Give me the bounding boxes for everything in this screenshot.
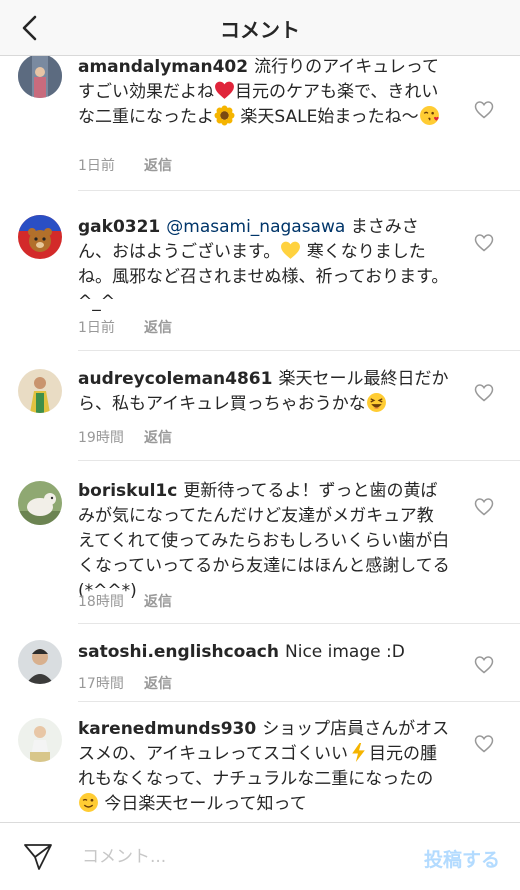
username-link[interactable]: gak0321 <box>78 217 160 237</box>
comment-text: amandalyman402 流行りのアイキュレってすごい効果だよね 目元のケアも楽… <box>78 56 450 130</box>
comment-meta: 1日前 返信 <box>78 155 172 175</box>
comment-body: 楽天SALE始まったね〜 <box>235 107 419 127</box>
timestamp: 1日前 <box>78 320 115 336</box>
avatar[interactable] <box>18 640 62 684</box>
comment-item: gak0321 @masami_nagasawa まさみさん、おはようございます。… <box>0 191 520 351</box>
like-heart-icon[interactable] <box>474 100 494 120</box>
like-heart-icon[interactable] <box>474 497 494 517</box>
comment-list[interactable]: amandalyman402 流行りのアイキュレってすごい効果だよね 目元のケアも楽… <box>0 56 520 822</box>
comment-body: 今日楽天セールって知って <box>99 794 307 814</box>
comment-text: audreycoleman4861 楽天セール最終日だから、私もアイキュレ買っちゃ… <box>78 367 450 417</box>
comment-item: boriskul1c 更新待ってるよ！ずっと歯の黄ばみが気になってたんだけど友達が… <box>0 461 520 624</box>
like-heart-icon[interactable] <box>474 383 494 403</box>
reply-button[interactable]: 返信 <box>144 430 172 446</box>
reply-button[interactable]: 返信 <box>144 320 172 336</box>
username-link[interactable]: karenedmunds930 <box>78 719 256 739</box>
page-title: コメント <box>220 18 300 42</box>
comment-item: satoshi.englishcoach Nice image :D 17時間 返信 <box>0 624 520 702</box>
face-blowing-kiss-icon <box>419 106 439 125</box>
yellow-heart-icon <box>281 241 301 259</box>
comment-item: karenedmunds930 ショップ店員さんがオススメの、アイキュレってスゴく… <box>0 702 520 822</box>
avatar[interactable] <box>18 215 62 259</box>
comment-body: Nice image :D <box>285 642 405 662</box>
comment-meta: 19時間 返信 <box>78 427 172 447</box>
comment-item: amandalyman402 流行りのアイキュレってすごい効果だよね 目元のケアも楽… <box>0 56 520 191</box>
comment-composer: 投稿する <box>0 822 520 890</box>
like-heart-icon[interactable] <box>474 233 494 253</box>
timestamp: 1日前 <box>78 158 115 174</box>
like-heart-icon[interactable] <box>474 655 494 675</box>
red-heart-icon <box>215 81 234 99</box>
comment-meta: 17時間 返信 <box>78 673 172 693</box>
paper-plane-icon[interactable] <box>22 840 54 872</box>
reply-button[interactable]: 返信 <box>144 676 172 692</box>
username-link[interactable]: amandalyman402 <box>78 57 248 77</box>
timestamp: 18時間 <box>78 594 124 610</box>
timestamp: 17時間 <box>78 676 124 692</box>
avatar[interactable] <box>18 481 62 525</box>
comment-input[interactable] <box>80 839 384 875</box>
comment-text: gak0321 @masami_nagasawa まさみさん、おはようございます。… <box>78 215 450 315</box>
timestamp: 19時間 <box>78 430 124 446</box>
avatar[interactable] <box>18 718 62 762</box>
reply-button[interactable]: 返信 <box>144 594 172 610</box>
winking-face-icon <box>79 793 98 812</box>
reply-button[interactable]: 返信 <box>144 158 172 174</box>
post-button[interactable]: 投稿する <box>424 845 500 872</box>
avatar[interactable] <box>18 369 62 413</box>
lightning-icon <box>352 743 365 762</box>
comment-item: audreycoleman4861 楽天セール最終日だから、私もアイキュレ買っちゃ… <box>0 351 520 461</box>
comment-text: boriskul1c 更新待ってるよ！ずっと歯の黄ばみが気になってたんだけど友達が… <box>78 479 450 604</box>
username-link[interactable]: audreycoleman4861 <box>78 369 272 389</box>
laughing-face-icon <box>366 393 386 412</box>
comment-text: karenedmunds930 ショップ店員さんがオススメの、アイキュレってスゴく… <box>78 717 450 817</box>
like-heart-icon[interactable] <box>474 734 494 754</box>
avatar[interactable] <box>18 56 62 98</box>
username-link[interactable]: satoshi.englishcoach <box>78 642 279 662</box>
comment-meta: 18時間 返信 <box>78 591 172 611</box>
username-link[interactable]: boriskul1c <box>78 481 177 501</box>
comment-meta: 1日前 返信 <box>78 317 172 337</box>
sunflower-icon <box>214 105 235 126</box>
comment-text: satoshi.englishcoach Nice image :D <box>78 640 450 665</box>
nav-header: コメント <box>0 0 520 56</box>
mention-link[interactable]: @masami_nagasawa <box>166 217 345 237</box>
